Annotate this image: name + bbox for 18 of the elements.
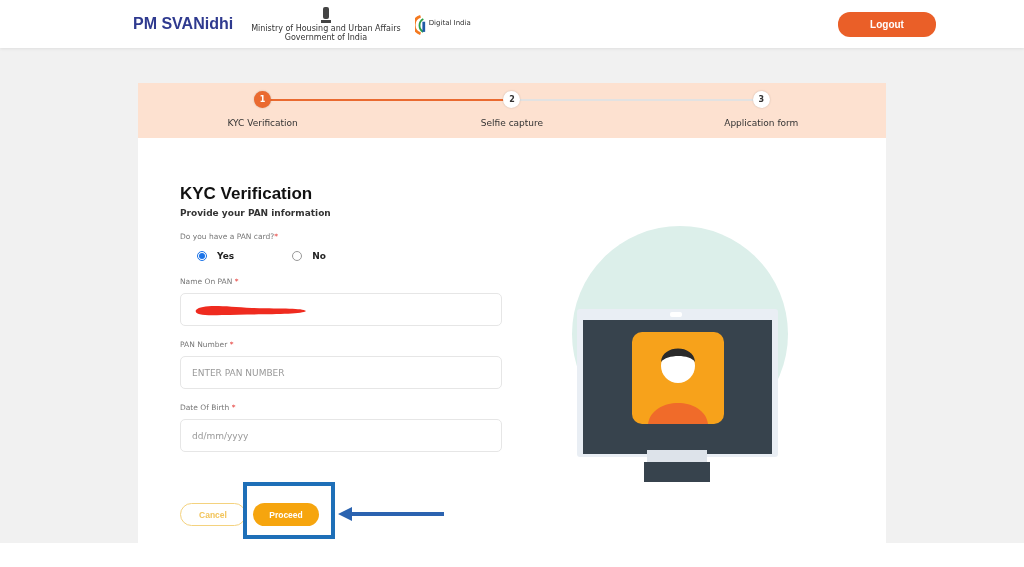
step-number[interactable]: 3 xyxy=(752,91,770,108)
radio-option[interactable]: Yes xyxy=(197,251,235,261)
step-number[interactable]: 2 xyxy=(503,91,521,108)
input-field[interactable]: dd/mm/yyyy xyxy=(180,419,502,452)
step-label: Application form xyxy=(724,118,799,128)
digital-india-logo-icon xyxy=(414,13,427,35)
government-name: Government of India xyxy=(284,34,368,43)
radio-icon[interactable] xyxy=(197,251,207,261)
form-subtitle: Provide your PAN information xyxy=(180,208,332,218)
input-field[interactable] xyxy=(180,293,502,326)
step-label: KYC Verification xyxy=(227,118,298,128)
emblem-icon xyxy=(319,5,332,26)
ministry-name: Ministry of Housing and Urban Affairs xyxy=(251,25,401,34)
radio-option[interactable]: No xyxy=(292,251,326,261)
form-title: KYC Verification xyxy=(180,184,314,204)
brand-logo: PM SVANidhi xyxy=(133,15,234,33)
input-field[interactable]: ENTER PAN NUMBER xyxy=(180,356,502,389)
step-label: Selfie capture xyxy=(480,118,544,128)
